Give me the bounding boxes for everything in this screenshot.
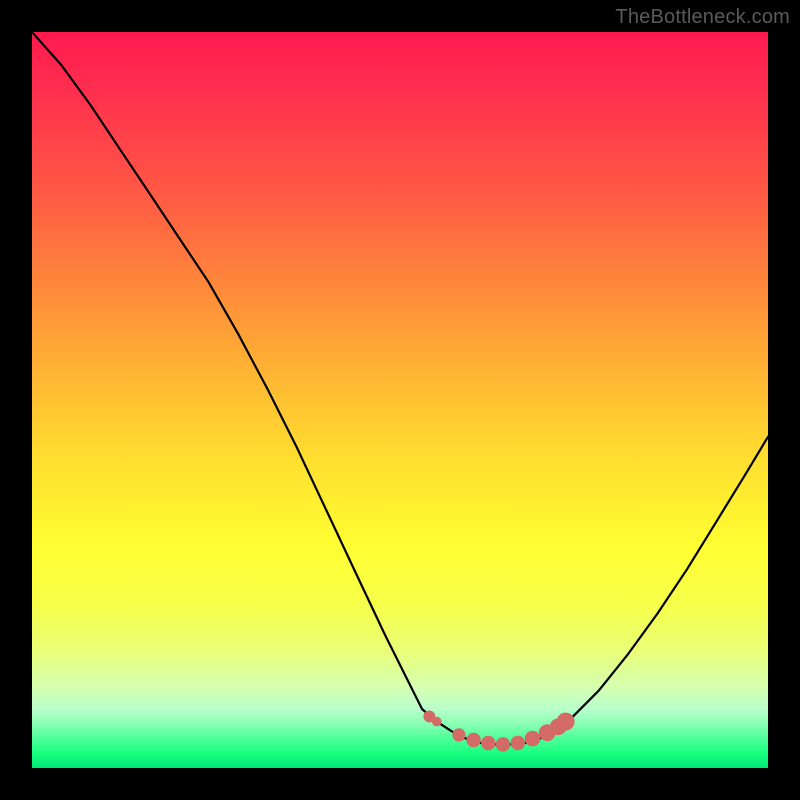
marker-dot [525, 731, 541, 747]
marker-dot [452, 728, 465, 741]
chart-frame: TheBottleneck.com [0, 0, 800, 800]
plot-area [32, 32, 768, 768]
watermark-text: TheBottleneck.com [615, 6, 790, 29]
curve-markers [423, 711, 574, 752]
marker-dot [481, 736, 495, 750]
marker-dot [511, 736, 525, 750]
bottleneck-curve [32, 32, 768, 744]
marker-dot [557, 713, 575, 731]
marker-dot [432, 717, 442, 727]
marker-dot [466, 733, 480, 747]
marker-dot [496, 737, 510, 751]
curve-svg [32, 32, 768, 768]
